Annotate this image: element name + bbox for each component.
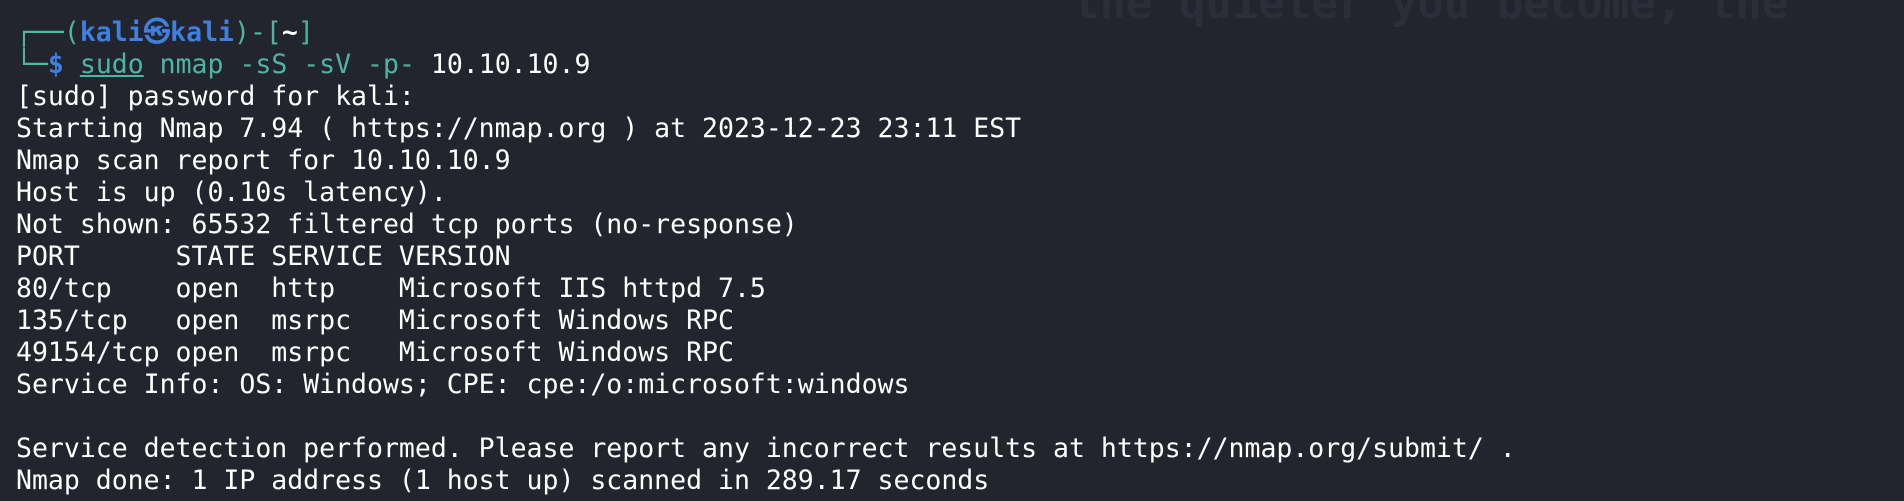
terminal-output: ┌──(kali㉿kali)-[~] └─$ sudo nmap -sS -sV… bbox=[16, 17, 1904, 497]
output-line: Nmap scan report for 10.10.10.9 bbox=[16, 145, 511, 176]
prompt-line-top: ┌──(kali㉿kali)-[~] bbox=[16, 17, 1904, 49]
output-line: Not shown: 65532 filtered tcp ports (no-… bbox=[16, 209, 798, 240]
terminal-window[interactable]: the quieter you become, the ┌──(kali㉿kal… bbox=[0, 0, 1904, 501]
prompt-paren-open: ( bbox=[63, 17, 80, 48]
prompt-skull-separator-icon: ㉿ bbox=[143, 17, 171, 48]
output-line: [sudo] password for kali: bbox=[16, 81, 415, 112]
prompt-host: kali bbox=[170, 17, 234, 48]
command-target: 10.10.10.9 bbox=[430, 49, 591, 80]
prompt-dollar: $ bbox=[47, 49, 64, 80]
prompt-corner-top: ┌── bbox=[16, 17, 64, 48]
port-table-header: PORT STATE SERVICE VERSION bbox=[16, 241, 511, 272]
port-table-row: 49154/tcp open msrpc Microsoft Windows R… bbox=[16, 337, 734, 368]
prompt-corner-bottom: └─ bbox=[16, 49, 48, 80]
prompt-user: kali bbox=[79, 17, 144, 48]
output-line: Starting Nmap 7.94 ( https://nmap.org ) … bbox=[16, 113, 1022, 144]
output-line: Service Info: OS: Windows; CPE: cpe:/o:m… bbox=[16, 369, 910, 400]
prompt-paren-close: )-[ bbox=[234, 17, 282, 48]
output-line: Nmap done: 1 IP address (1 host up) scan… bbox=[16, 465, 990, 496]
output-line: Host is up (0.10s latency). bbox=[16, 177, 447, 208]
prompt-line-command[interactable]: └─$ sudo nmap -sS -sV -p- 10.10.10.9 bbox=[16, 49, 1904, 81]
prompt-cwd: ~ bbox=[281, 17, 298, 48]
command-args: nmap -sS -sV -p- bbox=[143, 49, 431, 80]
output-line-blank bbox=[16, 401, 1904, 433]
port-table-row: 80/tcp open http Microsoft IIS httpd 7.5 bbox=[16, 273, 766, 304]
command-sudo: sudo bbox=[79, 49, 144, 80]
prompt-bracket-close: ] bbox=[297, 17, 314, 48]
output-line: Service detection performed. Please repo… bbox=[16, 433, 1516, 464]
port-table-row: 135/tcp open msrpc Microsoft Windows RPC bbox=[16, 305, 734, 336]
